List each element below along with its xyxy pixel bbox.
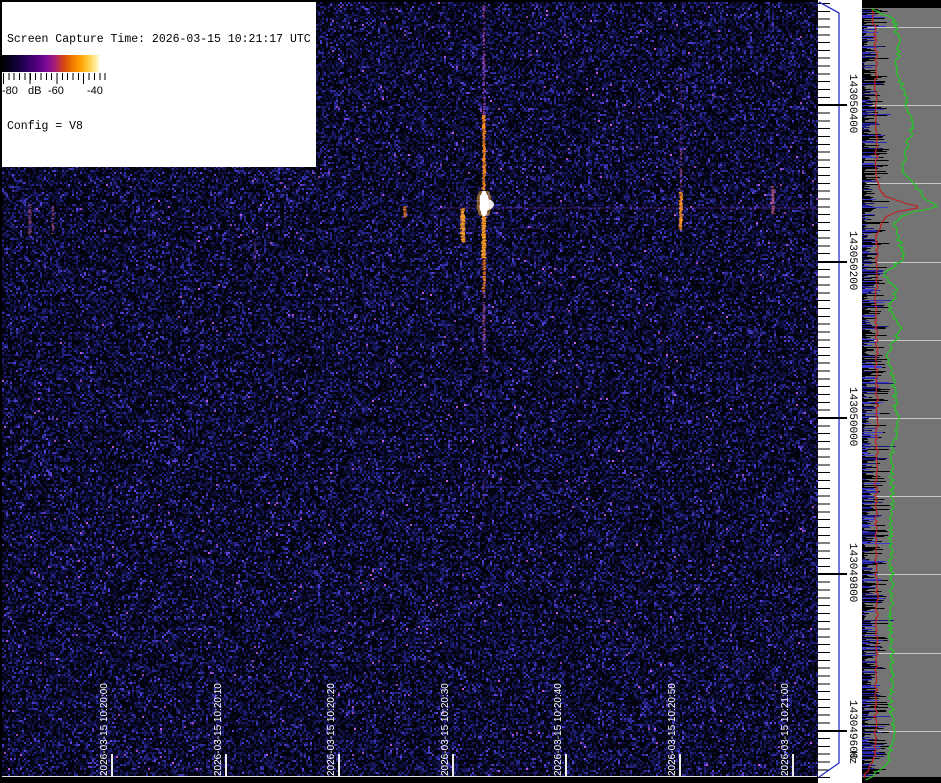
db-scale-label: -60 [48, 85, 64, 97]
db-scale-label: -40 [87, 85, 103, 97]
capture-time-line: Screen Capture Time: 2026-03-15 10:21:17… [7, 33, 311, 48]
config-line: Config = V8 [7, 120, 311, 135]
frequency-major-tick [818, 261, 847, 263]
frequency-label: 143049800 [846, 543, 858, 602]
color-gradient-bar [2, 55, 108, 72]
db-scale-ruler: -80 dB -60 -40 [2, 72, 111, 102]
frequency-unit-label: Hz [846, 751, 858, 764]
frequency-label: 143050200 [846, 231, 858, 290]
frequency-label: 143050400 [846, 74, 858, 133]
frequency-axis: 1430504001430502001430500001430498001430… [818, 0, 862, 783]
frequency-label: 143050000 [846, 387, 858, 446]
db-color-scale: -80 dB -60 -40 [2, 55, 111, 102]
frequency-major-tick [818, 573, 847, 575]
frequency-major-tick [818, 417, 847, 419]
frequency-major-tick [818, 104, 847, 106]
db-scale-label: dB [28, 85, 41, 97]
db-scale-label: -80 [2, 85, 18, 97]
spectrum-graph-panel [862, 0, 941, 783]
frequency-major-tick [818, 730, 847, 732]
db-scale-ticks [3, 73, 109, 84]
spectrum-lab-screen: 2026-03-15 10:20:002026-03-15 10:20:1020… [0, 0, 941, 783]
